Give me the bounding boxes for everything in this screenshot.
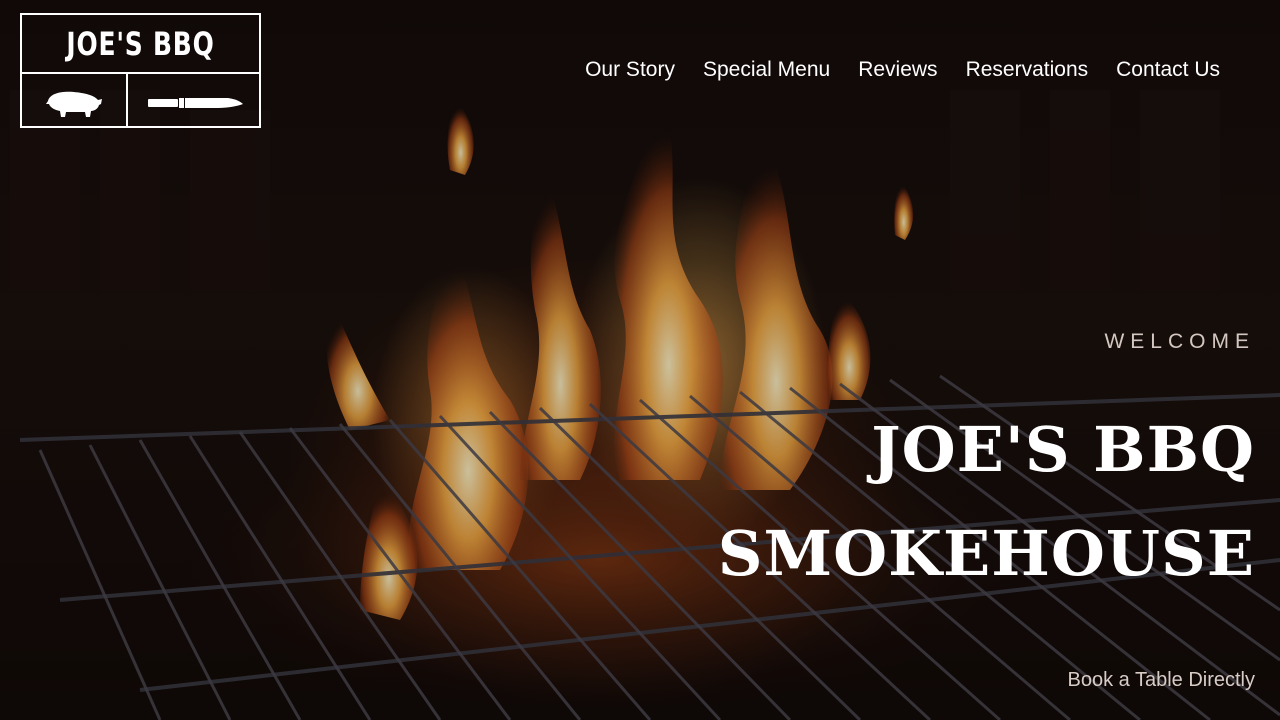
logo-title: JOE'S BBQ (66, 25, 215, 63)
hero-text-block: WELCOME JOE'S BBQ SMOKEHOUSE (718, 330, 1255, 606)
nav-reviews[interactable]: Reviews (858, 58, 937, 82)
nav-our-story[interactable]: Our Story (585, 58, 675, 82)
hero-title-line-2: SMOKEHOUSE (717, 517, 1255, 590)
logo-divider-horizontal (22, 72, 259, 74)
hero-title-line-1: JOE'S BBQ (871, 413, 1255, 486)
nav-reservations[interactable]: Reservations (966, 58, 1089, 82)
pig-icon (46, 91, 102, 117)
knife-icon (148, 98, 243, 108)
nav-contact-us[interactable]: Contact Us (1116, 58, 1220, 82)
brand-logo[interactable]: JOE'S BBQ (20, 13, 261, 128)
book-table-link[interactable]: Book a Table Directly (1068, 669, 1256, 692)
logo-divider-vertical (126, 72, 128, 128)
welcome-eyebrow: WELCOME (1104, 330, 1255, 353)
nav-special-menu[interactable]: Special Menu (703, 58, 830, 82)
main-navigation: Our Story Special Menu Reviews Reservati… (585, 58, 1220, 82)
hero-section: JOE'S BBQ Our Story Special Menu Reviews… (0, 0, 1280, 720)
